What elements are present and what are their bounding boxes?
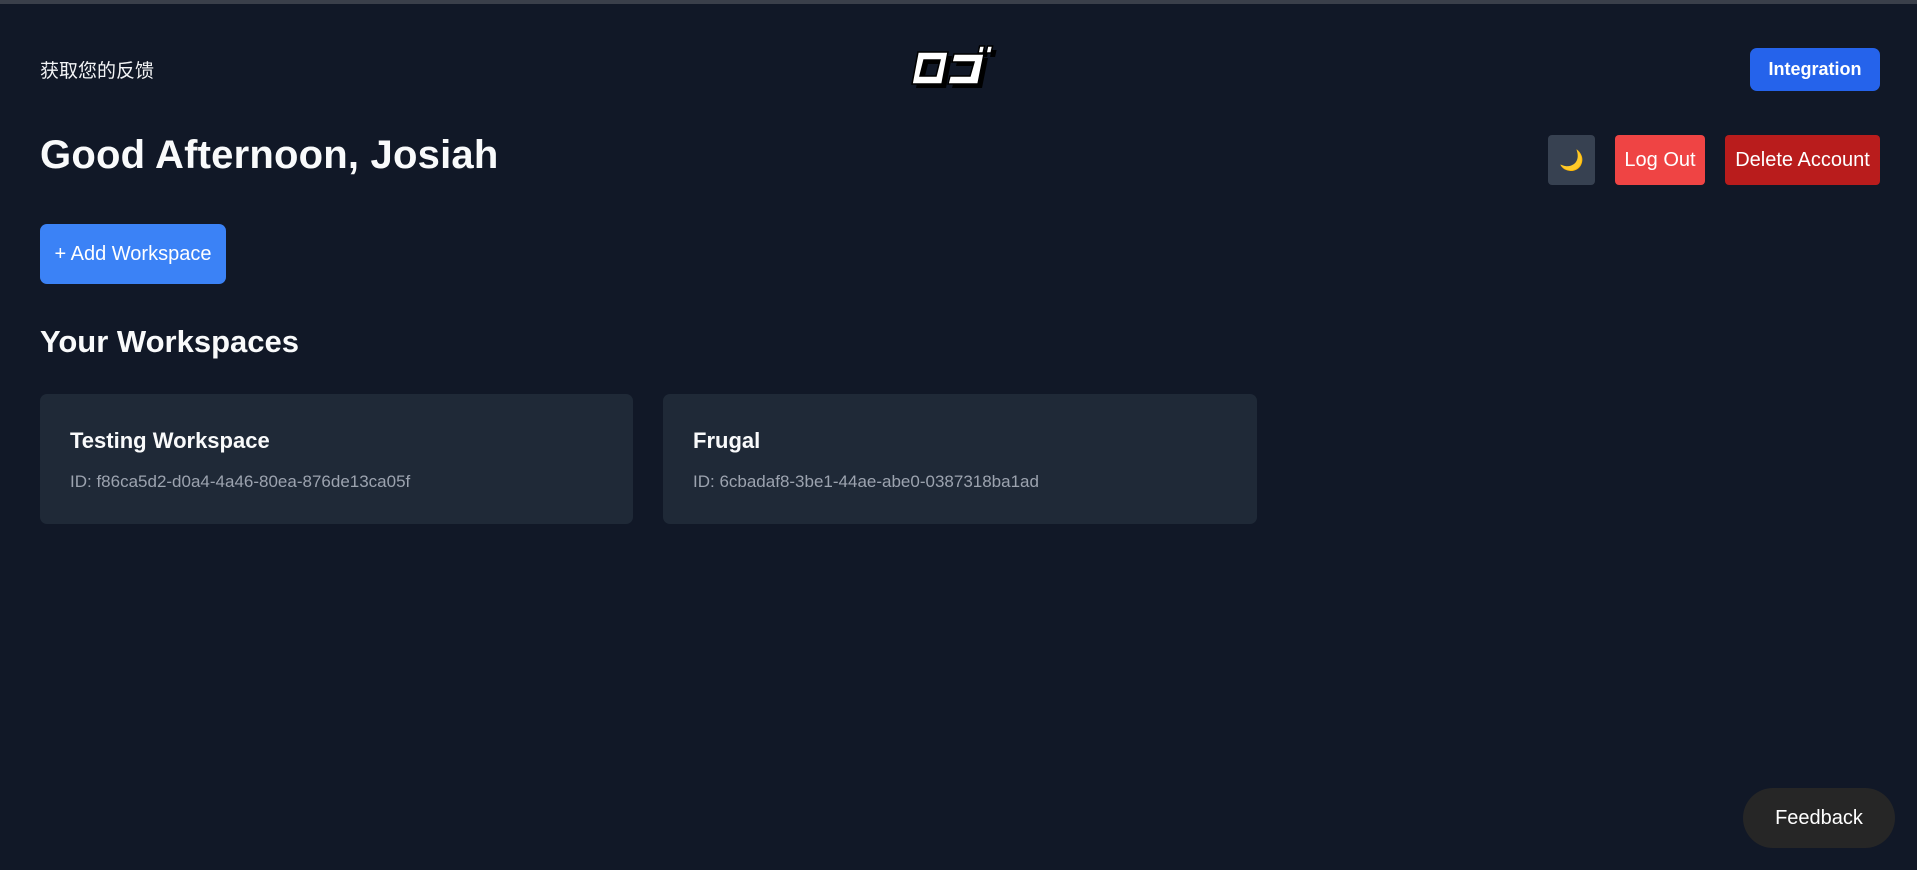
moon-icon: 🌙: [1559, 149, 1584, 172]
add-workspace-button[interactable]: + Add Workspace: [40, 224, 226, 284]
workspace-card[interactable]: Frugal ID: 6cbadaf8-3be1-44ae-abe0-03873…: [663, 394, 1257, 524]
logo: [908, 44, 1000, 94]
logout-button[interactable]: Log Out: [1615, 135, 1705, 185]
workspace-name: Frugal: [693, 428, 761, 453]
workspace-card[interactable]: Testing Workspace ID: f86ca5d2-d0a4-4a46…: [40, 394, 633, 524]
workspace-id: ID: 6cbadaf8-3be1-44ae-abe0-0387318ba1ad: [693, 472, 1039, 491]
integration-button[interactable]: Integration: [1750, 48, 1880, 91]
page-title: Good Afternoon, Josiah: [40, 133, 499, 177]
workspace-name: Testing Workspace: [70, 428, 270, 453]
feedback-button[interactable]: Feedback: [1743, 788, 1895, 848]
workspace-id: ID: f86ca5d2-d0a4-4a46-80ea-876de13ca05f: [70, 472, 411, 491]
feedback-brand-text: 获取您的反馈: [40, 61, 155, 82]
workspaces-heading: Your Workspaces: [40, 324, 300, 359]
theme-toggle-button[interactable]: 🌙: [1548, 135, 1595, 185]
top-border: [0, 0, 1917, 4]
delete-account-button[interactable]: Delete Account: [1725, 135, 1880, 185]
